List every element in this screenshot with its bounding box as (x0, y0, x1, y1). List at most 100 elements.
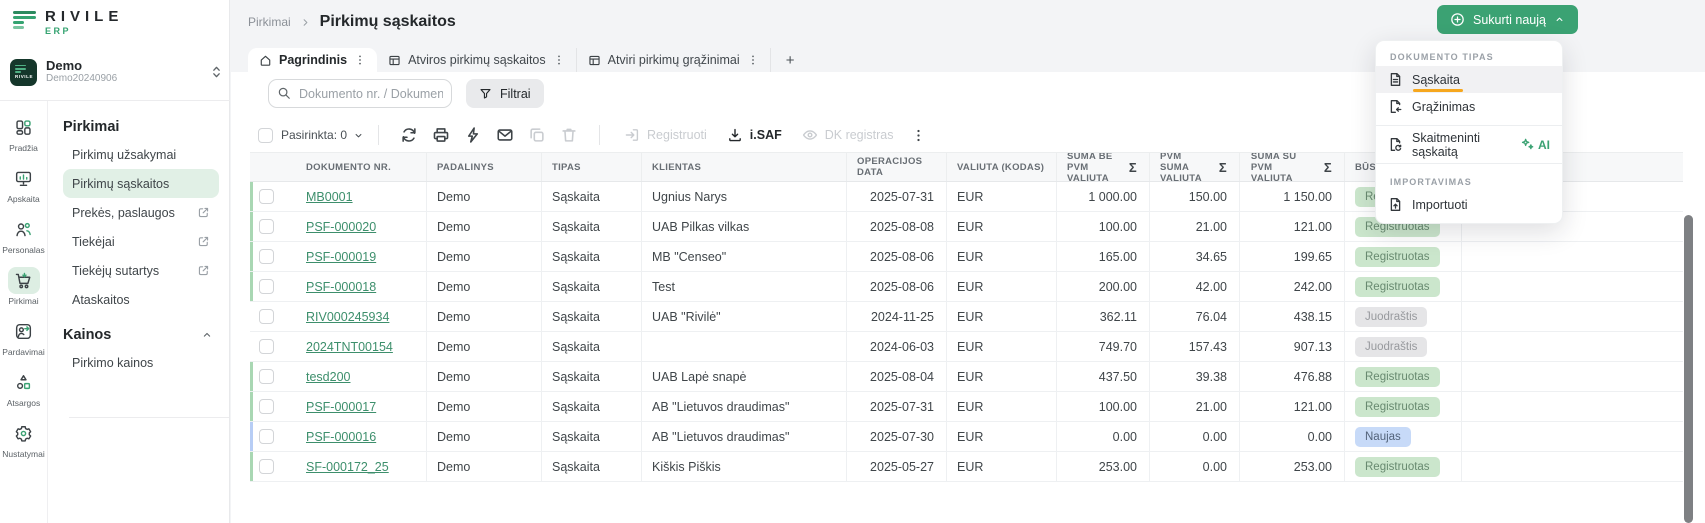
filters-button[interactable]: Filtrai (466, 79, 544, 108)
tab-atviri-pirkimų-grąžinimai[interactable]: Atviri pirkimų grąžinimai (576, 48, 770, 72)
table-row[interactable]: PSF-000016DemoSąskaitaAB "Lietuvos draud… (250, 422, 1683, 452)
document-link[interactable]: PSF-000017 (306, 400, 376, 414)
table-row[interactable]: PSF-000017DemoSąskaitaAB "Lietuvos draud… (250, 392, 1683, 422)
table-row[interactable]: tesd200DemoSąskaitaUAB Lapė snapė2025-08… (250, 362, 1683, 392)
column-header-suma-su-pvm-valiuta[interactable]: SUMA SU PVM VALIUTAΣ (1239, 153, 1344, 181)
cell-vat: 39.38 (1149, 362, 1239, 391)
sidebar-item-pirkimų-sąskaitos[interactable]: Pirkimų sąskaitos (63, 169, 219, 198)
sidebar-item-tiekėjai[interactable]: Tiekėjai (63, 227, 219, 256)
create-new-button[interactable]: Sukurti naują (1437, 5, 1578, 34)
sum-icon[interactable]: Σ (1219, 160, 1227, 175)
table-row[interactable]: PSF-000018DemoSąskaitaTest2025-08-06EUR2… (250, 272, 1683, 302)
sum-icon[interactable]: Σ (1324, 160, 1332, 175)
delete-button[interactable] (560, 126, 578, 144)
cell-gross: 476.88 (1239, 362, 1344, 391)
document-link[interactable]: SF-000172_25 (306, 460, 389, 474)
cell-currency: EUR (946, 452, 1056, 481)
document-link[interactable]: PSF-000019 (306, 250, 376, 264)
tab-label: Atviri pirkimų grąžinimai (608, 53, 740, 67)
row-checkbox[interactable] (259, 339, 274, 354)
sidebar-item-ataskaitos[interactable]: Ataskaitos (63, 285, 219, 314)
cell-currency: EUR (946, 392, 1056, 421)
table-row[interactable]: 2024TNT00154DemoSąskaita2024-06-03EUR749… (250, 332, 1683, 362)
document-link[interactable]: PSF-000016 (306, 430, 376, 444)
create-menu-item-grąžinimas[interactable]: Grąžinimas (1376, 93, 1562, 120)
add-tab-button[interactable]: + (770, 48, 810, 72)
sidebar-item-tiekėjų-sutartys[interactable]: Tiekėjų sutartys (63, 256, 219, 285)
workspace-selector[interactable]: RIVILE Demo Demo20240906 (10, 56, 222, 88)
sidebar-item-pirkimo-kainos[interactable]: Pirkimo kainos (63, 348, 219, 377)
row-checkbox[interactable] (259, 429, 274, 444)
row-checkbox[interactable] (259, 459, 274, 474)
column-header-dokumento-nr[interactable]: DOKUMENTO NR. (296, 153, 426, 181)
tab-pagrindinis[interactable]: Pagrindinis (248, 48, 377, 72)
print-button[interactable] (432, 126, 450, 144)
cell-gross: 253.00 (1239, 452, 1344, 481)
email-button[interactable] (496, 126, 514, 144)
document-link[interactable]: MB0001 (306, 190, 353, 204)
row-checkbox[interactable] (259, 249, 274, 264)
chevron-down-icon (353, 130, 364, 141)
sidebar-item-pirkimų-užsakymai[interactable]: Pirkimų užsakymai (63, 140, 219, 169)
row-checkbox[interactable] (259, 399, 274, 414)
row-checkbox[interactable] (259, 219, 274, 234)
search-input[interactable] (268, 79, 452, 108)
cell-status: Juodraštis (1344, 332, 1461, 361)
dk-register-button[interactable]: DK registras (802, 127, 894, 143)
create-menu-item-skaitmeninti-sąskaitą[interactable]: Skaitmeninti sąskaitąAI (1376, 131, 1562, 158)
more-actions-button[interactable] (911, 128, 926, 143)
rail-item-personalas[interactable]: Personalas (2, 216, 45, 255)
rail-item-pradžia[interactable]: Pradžia (8, 114, 40, 153)
vertical-scrollbar[interactable] (1684, 215, 1693, 523)
select-all-checkbox[interactable] (258, 128, 273, 143)
cell-status: Juodraštis (1344, 302, 1461, 331)
selected-count-label: Pasirinkta: 0 (281, 128, 347, 142)
column-header-tipas[interactable]: TIPAS (541, 153, 641, 181)
view-tabs: PagrindinisAtviros pirkimų sąskaitos Atvi… (248, 48, 810, 72)
column-header-operacijos-data[interactable]: OPERACIJOS DATA (846, 153, 946, 181)
row-checkbox[interactable] (259, 369, 274, 384)
isaf-export-button[interactable]: i.SAF (727, 127, 782, 143)
column-header-suma-be-pvm-valiuta[interactable]: SUMA BE PVM VALIUTAΣ (1056, 153, 1149, 181)
cell-net: 1 000.00 (1056, 182, 1149, 211)
register-label: Registruoti (647, 128, 707, 142)
row-checkbox[interactable] (259, 189, 274, 204)
row-checkbox[interactable] (259, 309, 274, 324)
rail-item-label: Pradžia (9, 143, 38, 153)
rail-item-nustatymai[interactable]: Nustatymai (2, 420, 45, 459)
breadcrumb-parent[interactable]: Pirkimai (248, 15, 291, 29)
table-row[interactable]: PSF-000019DemoSąskaitaMB "Censeo"2025-08… (250, 242, 1683, 272)
column-header-pvm-suma-valiuta[interactable]: PVM SUMA VALIUTAΣ (1149, 153, 1239, 181)
external-link-icon (197, 206, 210, 219)
toolbar-divider (378, 125, 379, 145)
menu-section-title-kainos[interactable]: Kainos (63, 321, 219, 348)
create-menu-item-importuoti[interactable]: Importuoti (1376, 191, 1562, 218)
cell-gross: 438.15 (1239, 302, 1344, 331)
refresh-button[interactable] (400, 126, 418, 144)
column-header-klientas[interactable]: KLIENTAS (641, 153, 846, 181)
sidebar-item-prekės-paslaugos[interactable]: Prekės, paslaugos (63, 198, 219, 227)
document-link[interactable]: 2024TNT00154 (306, 340, 393, 354)
document-link[interactable]: PSF-000018 (306, 280, 376, 294)
row-checkbox[interactable] (259, 279, 274, 294)
column-header-valiuta-kodas[interactable]: VALIUTA (KODAS) (946, 153, 1056, 181)
table-row[interactable]: SF-000172_25DemoSąskaitaKiškis Piškis202… (250, 452, 1683, 482)
rail-item-pardavimai[interactable]: Pardavimai (2, 318, 45, 357)
document-link[interactable]: PSF-000020 (306, 220, 376, 234)
rail-item-atsargos[interactable]: Atsargos (7, 369, 41, 408)
column-header-padalinys[interactable]: PADALINYS (426, 153, 541, 181)
quick-actions-button[interactable] (464, 126, 482, 144)
register-button[interactable]: Registruoti (624, 127, 707, 143)
tab-atviros-pirkimų-sąskaitos[interactable]: Atviros pirkimų sąskaitos (377, 48, 576, 72)
table-row[interactable]: RIV000245934DemoSąskaitaUAB "Rivilė"2024… (250, 302, 1683, 332)
document-link[interactable]: RIV000245934 (306, 310, 389, 324)
cell-gross: 242.00 (1239, 272, 1344, 301)
rail-item-apskaita[interactable]: Apskaita (7, 165, 40, 204)
sum-icon[interactable]: Σ (1129, 160, 1137, 175)
selected-count-dropdown[interactable]: Pasirinkta: 0 (281, 128, 364, 142)
copy-button[interactable] (528, 126, 546, 144)
create-menu-item-sąskaita[interactable]: Sąskaita (1376, 66, 1562, 93)
cell-type: Sąskaita (541, 272, 641, 301)
rail-item-pirkimai[interactable]: Pirkimai (8, 267, 40, 306)
document-link[interactable]: tesd200 (306, 370, 350, 384)
